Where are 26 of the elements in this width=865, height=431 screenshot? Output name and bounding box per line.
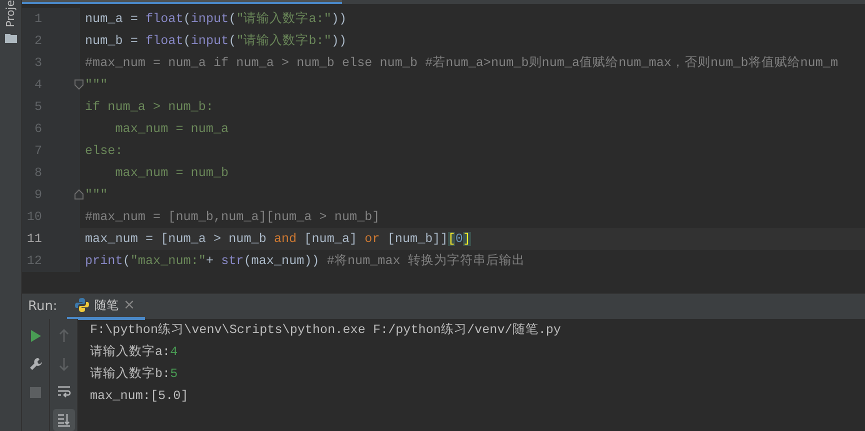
project-tab[interactable]: Proje — [5, 0, 16, 28]
code-line: num_b = float(input("请输入数字b:")) — [84, 32, 347, 50]
console-line: F:\python练习\venv\Scripts\python.exe F:/python练习/venv/随笔.py — [90, 322, 561, 339]
code-line: else: — [84, 142, 123, 160]
close-tab-button[interactable]: × — [123, 294, 136, 316]
code-line: num_a = float(input("请输入数字a:")) — [84, 10, 347, 28]
folder-icon[interactable] — [4, 33, 16, 44]
code-line: max_num = num_a — [114, 120, 229, 138]
code-line: print("max_num:"+ str(max_num)) #将num_max 转换为字符串后输出 — [84, 252, 525, 270]
code-line: if num_a > num_b: — [84, 98, 214, 116]
fold-marker-icon[interactable] — [74, 189, 84, 200]
console-line: max_num:[5.0] — [90, 388, 190, 405]
code-line: #max_num = [num_b,num_a][num_a > num_b] — [84, 208, 380, 226]
run-label: Run: — [27, 298, 58, 316]
code-line: """ — [84, 186, 108, 204]
fold-marker-icon[interactable] — [74, 79, 84, 90]
console-line: 请输入数字a:4 — [90, 344, 179, 361]
scroll-to-end-icon[interactable] — [52, 409, 74, 431]
code-line: """ — [84, 76, 108, 94]
line-number: 11 — [26, 230, 42, 248]
code-line: max_num = num_b — [114, 164, 229, 182]
python-logo-icon — [75, 298, 90, 312]
file-tab[interactable] — [22, 0, 342, 4]
code-line: max_num = [num_a > num_b and [num_a] or [num_b]][0] — [84, 230, 470, 248]
code-line: #max_num = num_a if num_a > num_b else num_b #若num_a>num_b则num_a值赋给num_max，否则num_b将值赋给num_m — [84, 54, 838, 72]
console-line: 请输入数字b:5 — [90, 366, 179, 383]
